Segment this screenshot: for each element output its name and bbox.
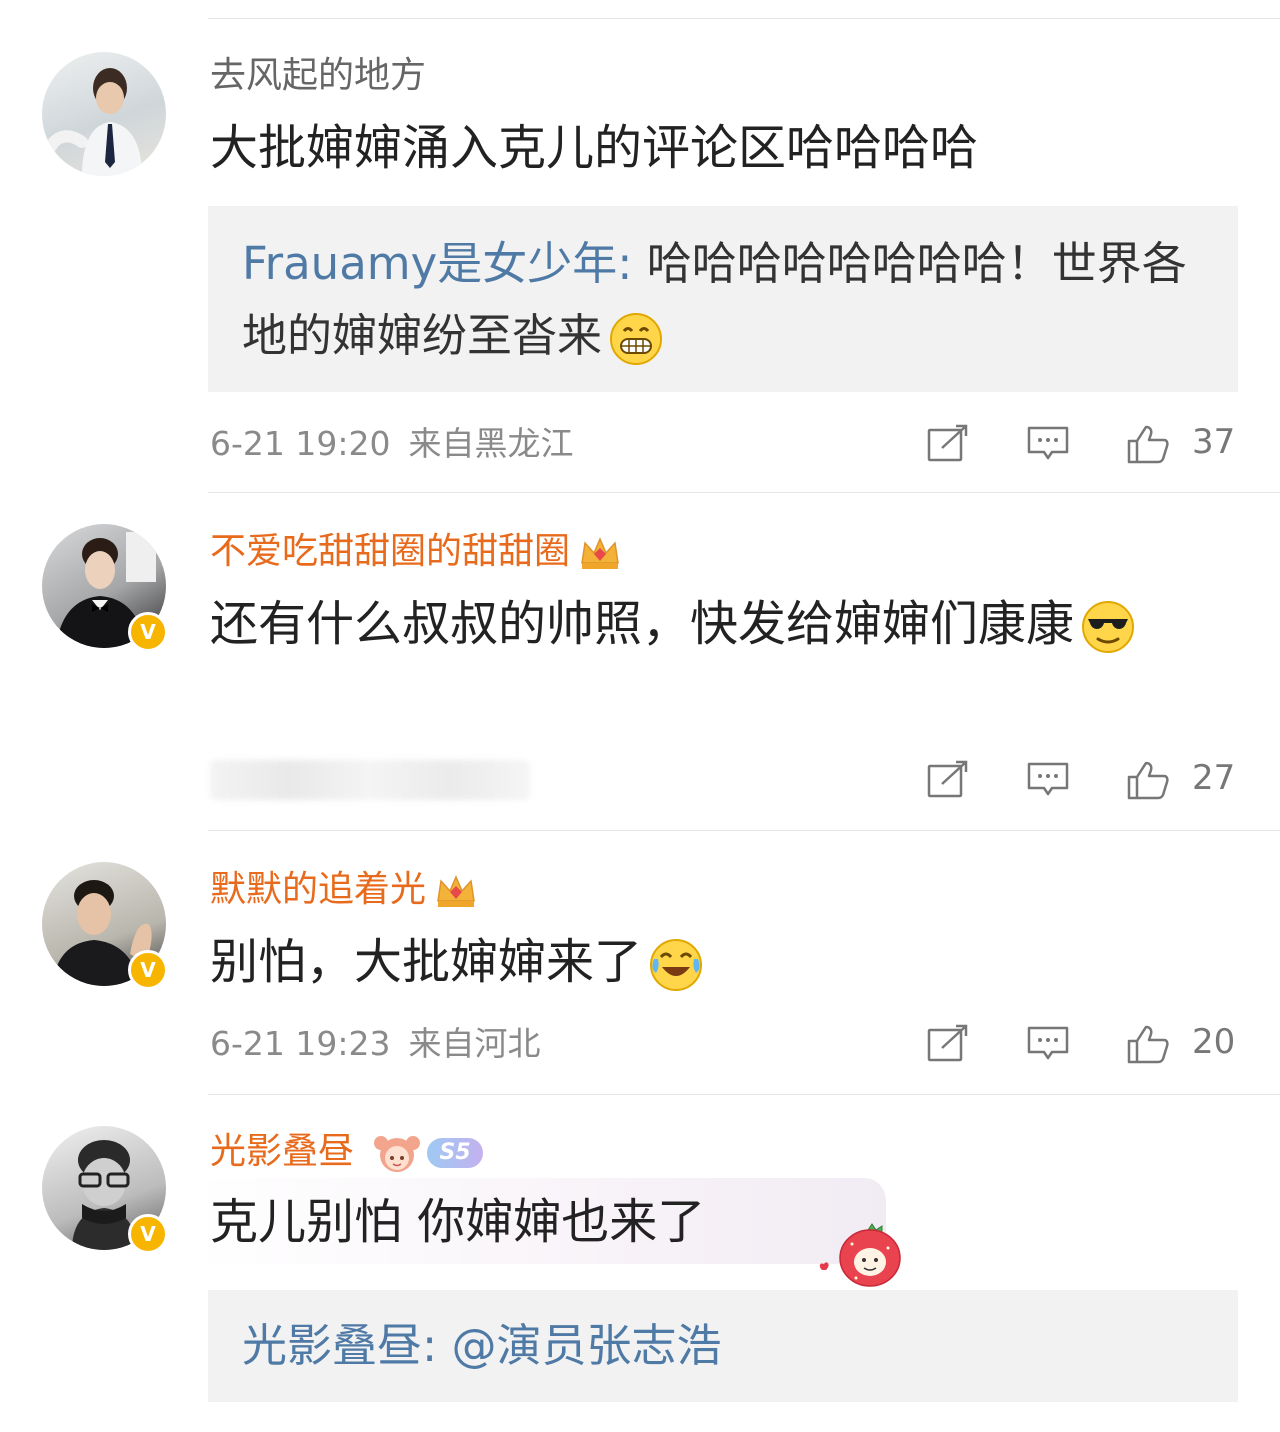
level-badge: S5 (427, 1138, 483, 1168)
quote-username[interactable]: 光影叠昼: (242, 1319, 437, 1372)
comment-meta: 6-21 19:23 来自河北 (210, 1024, 559, 1064)
comment-meta: 6-21 19:20 来自黑龙江 (210, 424, 592, 464)
comment-icon[interactable] (1026, 1024, 1070, 1064)
timestamp: 6-21 19:23 (210, 1024, 391, 1063)
verified-v-icon: V (128, 612, 168, 652)
quote-mention[interactable]: @演员张志浩 (437, 1319, 721, 1372)
girl-avatar-badge-icon (374, 1136, 421, 1172)
like-icon[interactable] (1126, 424, 1170, 464)
comment-icon[interactable] (1026, 760, 1070, 800)
location: 来自黑龙江 (408, 424, 574, 463)
comment-text: 克儿别怕 你婶婶也来了 (210, 1194, 706, 1250)
comment-text: 还有什么叔叔的帅照，快发给婶婶们康康 (210, 588, 1210, 660)
sunglasses-emoji-icon (1082, 601, 1135, 653)
crown-icon (578, 533, 622, 573)
like-count: 27 (1192, 758, 1236, 798)
action-bar: 20 (926, 1020, 1236, 1068)
username[interactable]: 默默的追着光 (210, 869, 426, 910)
verified-v-icon: V (128, 950, 168, 990)
crown-icon (434, 871, 478, 911)
divider (208, 1094, 1280, 1095)
username-row: 光影叠昼 S5 (210, 1130, 483, 1175)
comment-icon[interactable] (1026, 424, 1070, 464)
divider (208, 492, 1280, 493)
repost-icon[interactable] (926, 424, 970, 464)
blurred-meta (210, 760, 530, 800)
username[interactable]: 去风起的地方 (210, 54, 426, 98)
quoted-reply[interactable]: 光影叠昼: @演员张志浩 (208, 1290, 1238, 1402)
verified-v-icon: V (128, 1214, 168, 1254)
username-row: 默默的追着光 (210, 868, 478, 912)
avatar-photo (44, 68, 142, 176)
avatar[interactable] (42, 52, 166, 176)
action-bar: 27 (926, 756, 1236, 804)
timestamp: 6-21 19:20 (210, 424, 391, 463)
location: 来自河北 (408, 1024, 541, 1063)
comment-text-content: 还有什么叔叔的帅照，快发给婶婶们康康 (210, 596, 1075, 652)
grin-emoji-icon (610, 313, 663, 365)
comment-text: 大批婶婶涌入克儿的评论区哈哈哈哈 (210, 120, 979, 176)
quoted-reply[interactable]: Frauamy是女少年: 哈哈哈哈哈哈哈哈！世界各地的婶婶纷至沓来 (208, 206, 1238, 392)
repost-icon[interactable] (926, 760, 970, 800)
quote-username[interactable]: Frauamy是女少年: (242, 237, 632, 290)
laugh-cry-emoji-icon (650, 939, 703, 991)
like-count: 37 (1192, 422, 1236, 462)
like-icon[interactable] (1126, 760, 1170, 800)
repost-icon[interactable] (926, 1024, 970, 1064)
username-row: 不爱吃甜甜圈的甜甜圈 (210, 530, 622, 574)
action-bar: 37 (926, 420, 1236, 468)
divider (208, 830, 1280, 831)
comment-text-content: 别怕，大批婶婶来了 (210, 934, 643, 990)
comment-text: 别怕，大批婶婶来了 (210, 926, 1220, 998)
divider (208, 18, 1280, 19)
username[interactable]: 光影叠昼 (210, 1131, 354, 1172)
like-icon[interactable] (1126, 1024, 1170, 1064)
strawberry-sticker-icon (819, 1223, 901, 1287)
like-count: 20 (1192, 1022, 1236, 1062)
username[interactable]: 不爱吃甜甜圈的甜甜圈 (210, 531, 570, 572)
